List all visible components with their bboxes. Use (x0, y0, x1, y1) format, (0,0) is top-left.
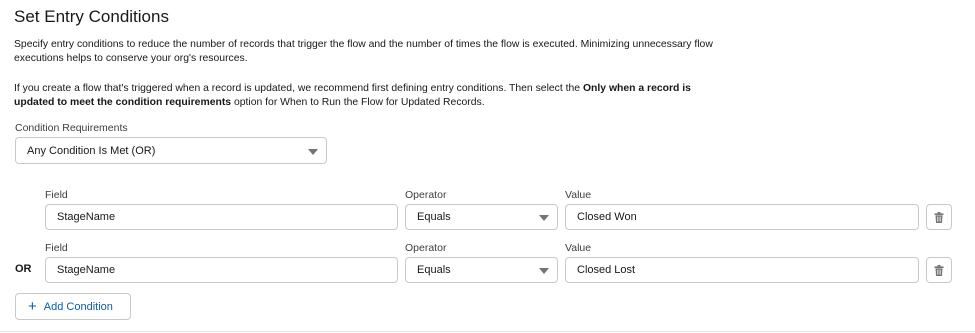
condition-1-value-value: Closed Won (577, 211, 637, 223)
condition-2-field-value: StageName (57, 264, 116, 276)
recommendation-text-end: option for When to Run the Flow for Upda… (231, 97, 485, 108)
chevron-down-icon (308, 148, 318, 155)
trash-icon (934, 211, 944, 223)
operator-label: Operator (405, 189, 447, 201)
value-label: Value (565, 242, 592, 254)
page-title: Set Entry Conditions (14, 7, 169, 26)
condition-1-value-input[interactable]: Closed Won (565, 204, 919, 230)
condition-requirements-value: Any Condition Is Met (OR) (27, 144, 156, 157)
condition-2-value-value: Closed Lost (577, 264, 636, 276)
recommendation-paragraph: If you create a flow that's triggered wh… (14, 82, 734, 110)
condition-1-delete-button[interactable] (926, 204, 952, 230)
condition-2-delete-button[interactable] (926, 257, 952, 283)
value-label: Value (565, 189, 592, 201)
condition-requirements-label: Condition Requirements (15, 122, 128, 134)
condition-1-operator-select[interactable]: Equals (405, 204, 558, 230)
section-divider (0, 331, 975, 332)
description-paragraph: Specify entry conditions to reduce the n… (14, 39, 713, 64)
condition-requirements-select[interactable]: Any Condition Is Met (OR) (15, 137, 327, 164)
plus-icon: + (28, 298, 37, 315)
field-label: Field (45, 189, 68, 201)
chevron-down-icon (539, 268, 549, 274)
condition-2-operator-select[interactable]: Equals (405, 257, 558, 283)
condition-1-operator-value: Equals (417, 211, 451, 223)
or-logic-label: OR (15, 263, 32, 275)
condition-1-field-input[interactable]: StageName (45, 204, 398, 230)
entry-conditions-panel: Set Entry Conditions Specify entry condi… (0, 0, 975, 333)
condition-2-operator-value: Equals (417, 264, 451, 276)
recommendation-text-start: If you create a flow that's triggered wh… (14, 83, 583, 94)
condition-2-field-input[interactable]: StageName (45, 257, 398, 283)
operator-label: Operator (405, 242, 447, 254)
condition-1-field-value: StageName (57, 211, 116, 223)
trash-icon (934, 264, 944, 276)
field-label: Field (45, 242, 68, 254)
add-condition-label: Add Condition (43, 300, 113, 313)
condition-2-value-input[interactable]: Closed Lost (565, 257, 919, 283)
add-condition-button[interactable]: + Add Condition (15, 293, 131, 320)
chevron-down-icon (539, 215, 549, 221)
